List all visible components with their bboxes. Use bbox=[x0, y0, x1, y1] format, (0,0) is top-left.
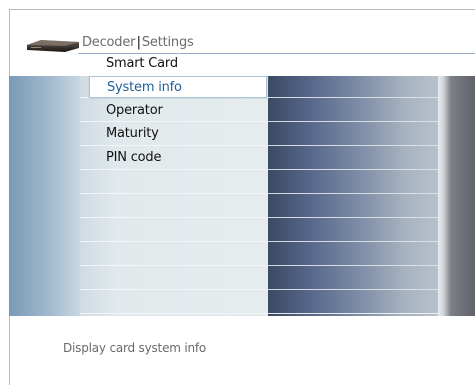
row-divider bbox=[268, 193, 438, 194]
breadcrumb: Decoder|Settings bbox=[82, 35, 194, 50]
row-divider bbox=[268, 97, 438, 98]
breadcrumb-root: Decoder bbox=[82, 35, 136, 50]
breadcrumb-current: Settings bbox=[141, 35, 194, 50]
menu-item-maturity[interactable]: Maturity bbox=[89, 123, 267, 145]
menu-panel: System info Operator Maturity PIN code bbox=[9, 76, 475, 316]
row-divider bbox=[268, 265, 438, 266]
menu-item-operator[interactable]: Operator bbox=[89, 100, 267, 122]
preview-column bbox=[268, 76, 438, 316]
right-edge-panel bbox=[438, 76, 475, 316]
row-divider bbox=[268, 121, 438, 122]
row-divider bbox=[268, 217, 438, 218]
breadcrumb-separator: | bbox=[136, 35, 141, 50]
row-divider bbox=[268, 241, 438, 242]
menu-title: Smart Card bbox=[106, 56, 178, 71]
menu-item-system-info[interactable]: System info bbox=[89, 76, 267, 98]
menu-item-pin-code[interactable]: PIN code bbox=[89, 147, 267, 169]
row-divider bbox=[268, 145, 438, 146]
decoder-box-icon bbox=[27, 40, 79, 52]
help-text: Display card system info bbox=[63, 341, 207, 355]
row-divider bbox=[80, 313, 438, 314]
header-divider bbox=[78, 53, 475, 54]
row-divider bbox=[268, 289, 438, 290]
row-divider bbox=[268, 169, 438, 170]
